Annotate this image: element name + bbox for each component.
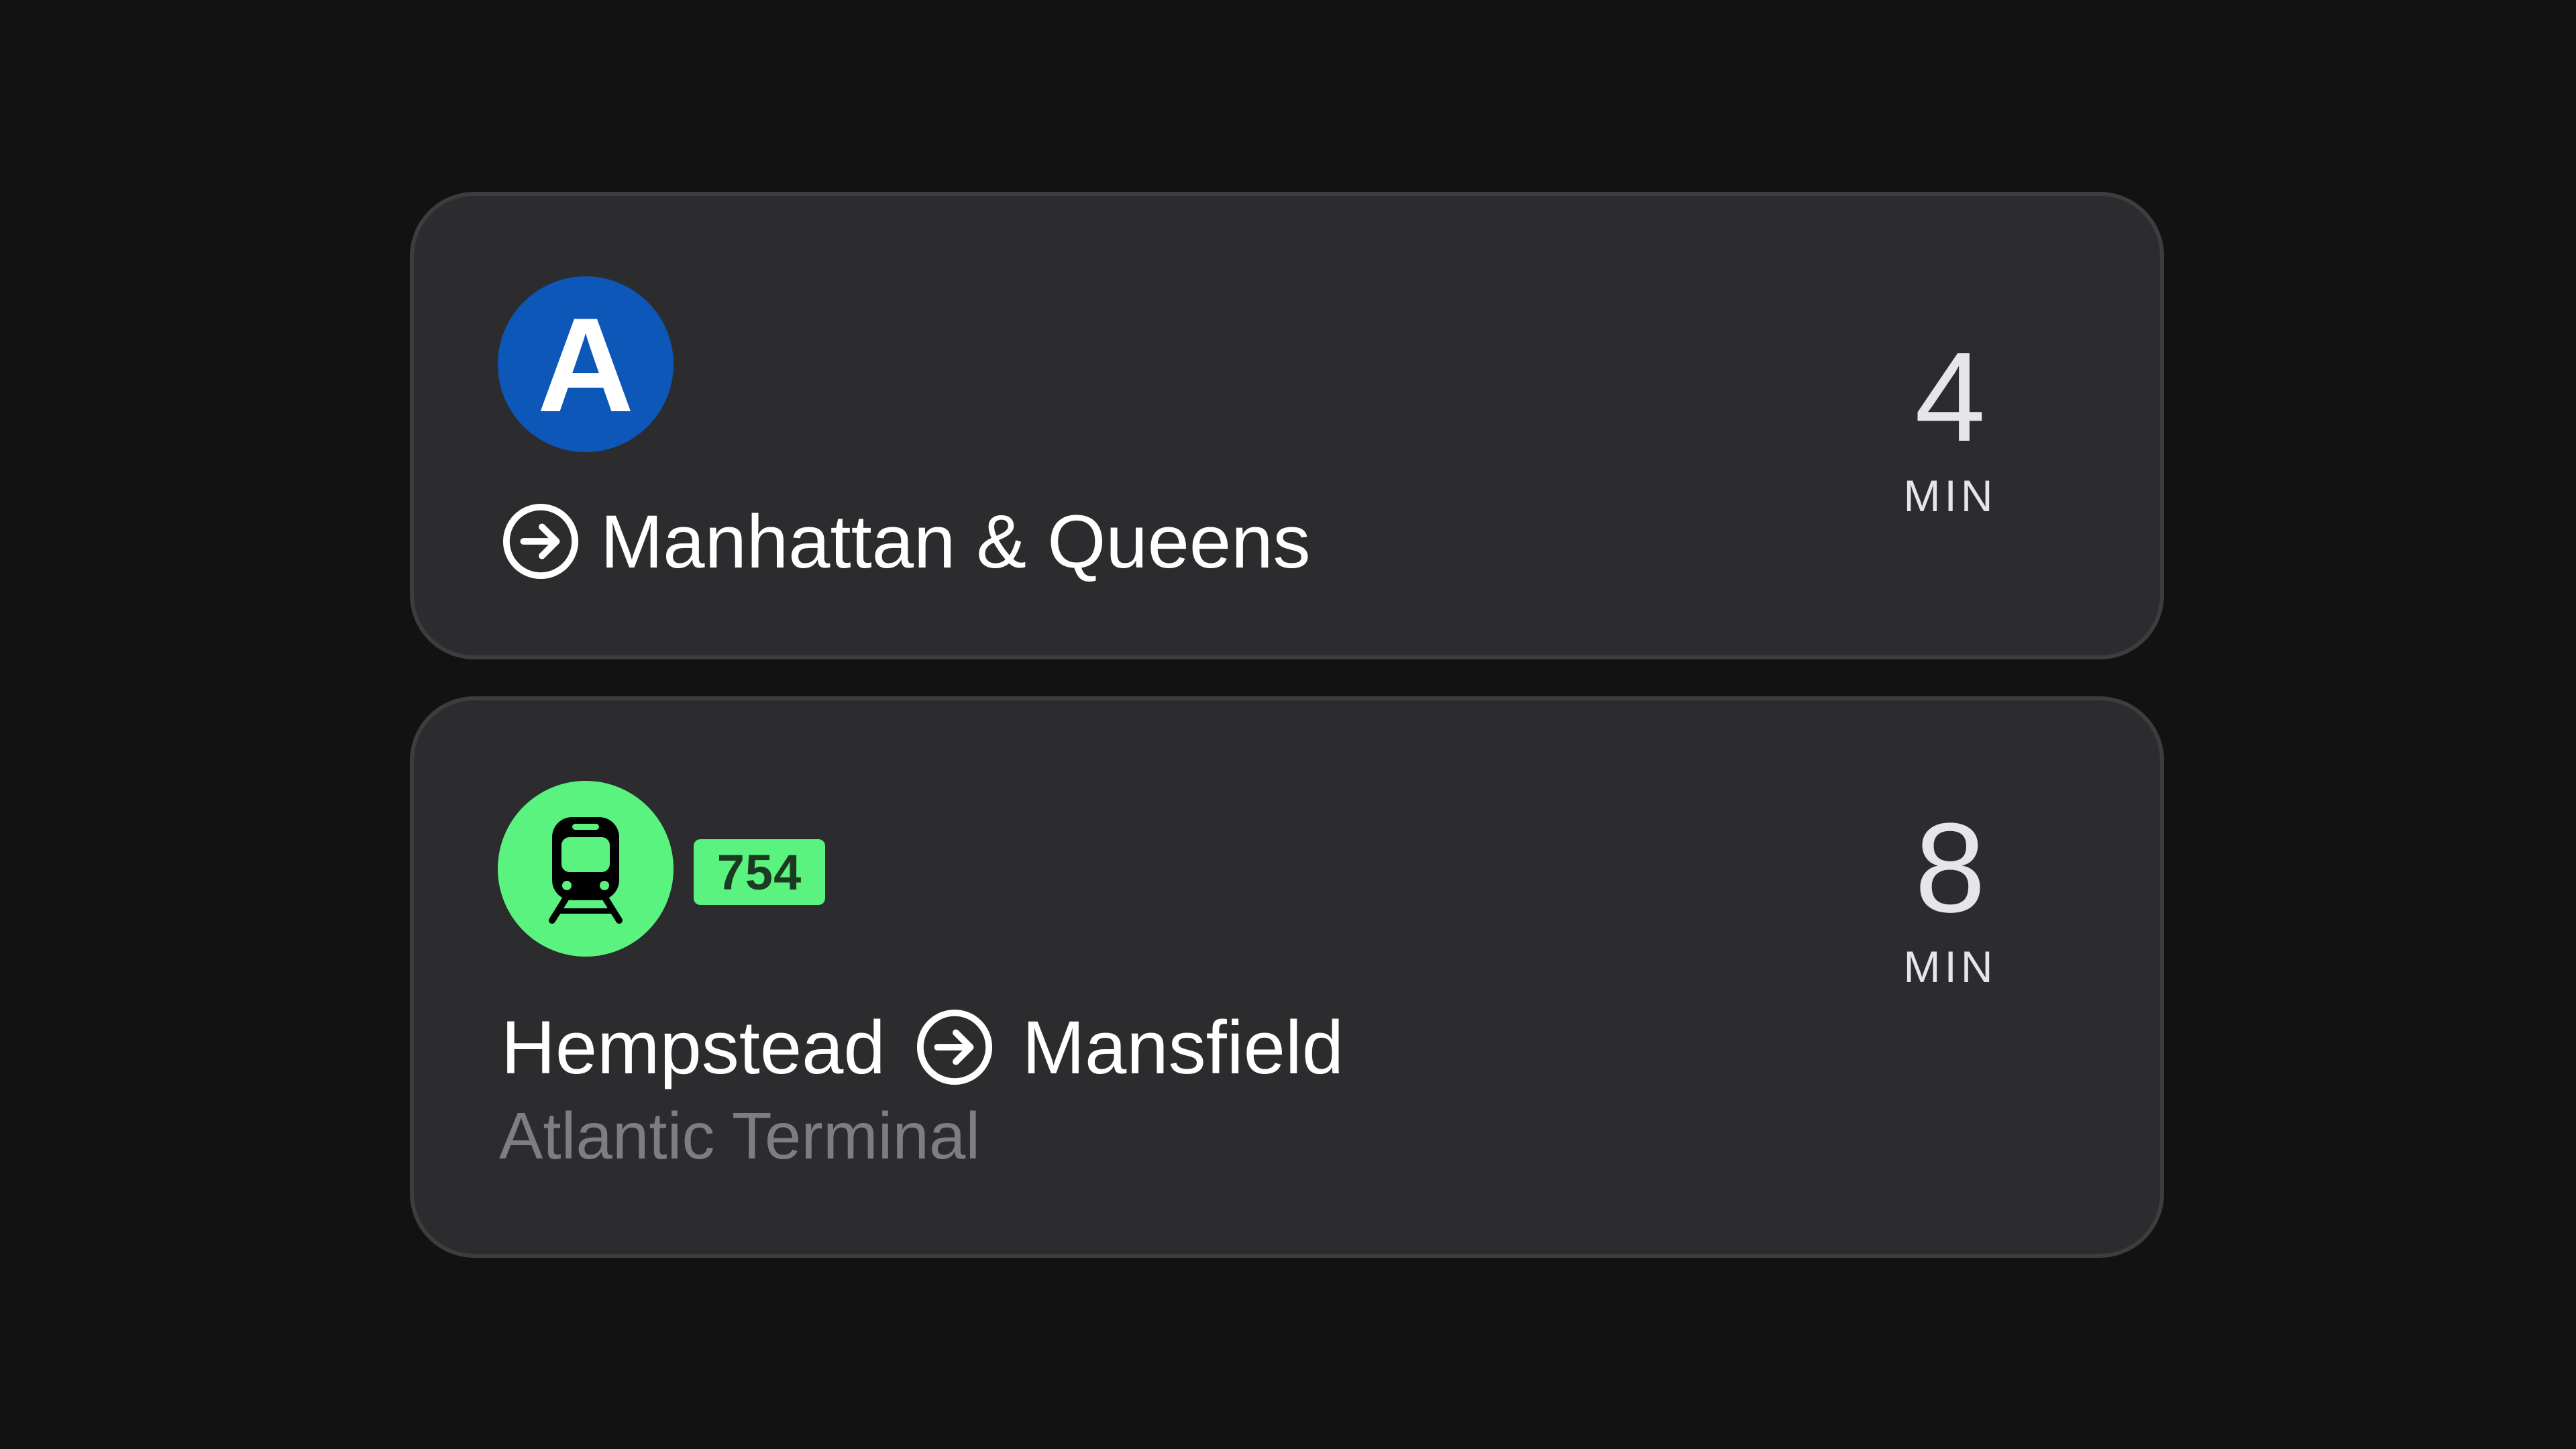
route-row: Hempstead Mansfield	[501, 1000, 1344, 1094]
departure-board: A Manhattan & Queens 4 MIN 754 Hempstead…	[0, 0, 2576, 1449]
route-bullet-train	[498, 781, 674, 957]
eta-minutes: 4	[1915, 326, 1986, 468]
destination-label: Mansfield	[1022, 1005, 1344, 1089]
destination-row: Manhattan & Queens	[501, 494, 1310, 588]
route-bullet-a: A	[498, 276, 674, 452]
eta-minutes: 8	[1915, 797, 1986, 939]
departure-card-a-train[interactable]: A Manhattan & Queens 4 MIN	[410, 192, 2164, 659]
route-number-badge: 754	[694, 839, 825, 905]
destination-label: Manhattan & Queens	[600, 499, 1311, 584]
eta-unit: MIN	[1903, 942, 1997, 991]
eta-display: 8 MIN	[1883, 804, 2017, 992]
origin-label: Hempstead	[501, 1005, 885, 1089]
arrow-right-circle-icon	[916, 1009, 992, 1085]
eta-display: 4 MIN	[1883, 333, 2017, 521]
departure-card-754-train[interactable]: 754 Hempstead Mansfield Atlantic Termina…	[410, 696, 2164, 1258]
eta-unit: MIN	[1903, 471, 1997, 521]
route-letter: A	[537, 290, 635, 440]
route-number: 754	[716, 844, 802, 900]
via-station-label: Atlantic Terminal	[499, 1099, 981, 1173]
arrow-right-circle-icon	[502, 503, 579, 580]
train-icon	[549, 817, 623, 924]
